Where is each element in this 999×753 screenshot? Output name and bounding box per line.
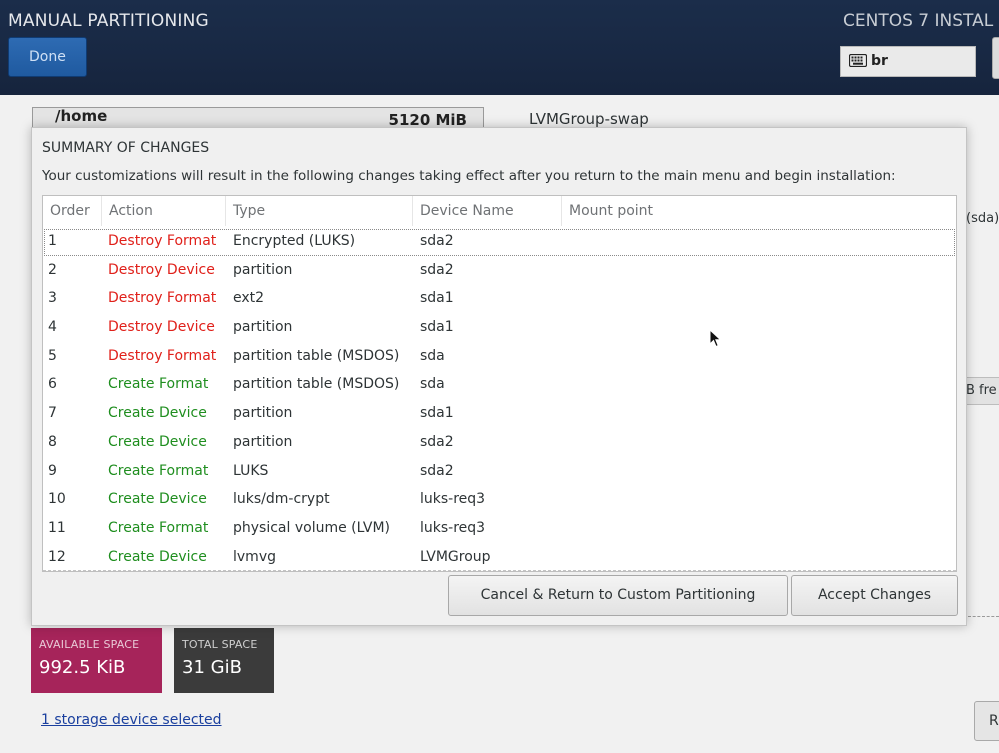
- cell-device: sda2: [420, 261, 454, 278]
- cell-order: 10: [48, 491, 66, 508]
- cell-action: Create Format: [108, 519, 209, 536]
- table-row[interactable]: 7 Create Device partition sda1: [43, 400, 956, 429]
- free-space-button[interactable]: B fre: [962, 377, 999, 405]
- cell-type: partition: [233, 319, 293, 336]
- cell-order: 9: [48, 462, 57, 479]
- storage-device-link[interactable]: 1 storage device selected: [41, 712, 222, 728]
- total-space-box: TOTAL SPACE 31 GiB: [174, 628, 274, 693]
- cell-order: 11: [48, 519, 66, 536]
- divider: [968, 616, 999, 617]
- table-row[interactable]: 2 Destroy Device partition sda2: [43, 257, 956, 286]
- cell-device: sda2: [420, 462, 454, 479]
- cancel-return-button[interactable]: Cancel & Return to Custom Partitioning: [448, 575, 788, 616]
- cell-type: ext2: [233, 290, 265, 307]
- cell-type: LUKS: [233, 462, 269, 479]
- table-row[interactable]: 11 Create Format physical volume (LVM) luks…: [43, 515, 956, 544]
- cell-order: 5: [48, 347, 57, 364]
- keyboard-layout-indicator[interactable]: br: [840, 46, 976, 77]
- cell-action: Create Format: [108, 376, 209, 393]
- cell-order: 12: [48, 548, 66, 565]
- table-row[interactable]: 10 Create Device luks/dm-crypt luks-req3: [43, 486, 956, 515]
- top-bar: MANUAL PARTITIONING Done CENTOS 7 INSTAL…: [0, 0, 999, 95]
- cell-action: Destroy Format: [108, 347, 217, 364]
- dialog-title: SUMMARY OF CHANGES: [42, 140, 210, 156]
- cell-type: partition: [233, 405, 293, 422]
- cell-type: partition: [233, 261, 293, 278]
- cell-device: luks-req3: [420, 491, 486, 508]
- cell-type: lvmvg: [233, 548, 276, 565]
- cell-action: Destroy Device: [108, 319, 215, 336]
- cell-order: 2: [48, 261, 57, 278]
- cell-device: luks-req3: [420, 519, 486, 536]
- device-fragment: (sda): [966, 211, 999, 226]
- table-bottom-edge: [43, 570, 956, 571]
- cell-type: partition table (MSDOS): [233, 376, 400, 393]
- cell-order: 6: [48, 376, 57, 393]
- cell-type: partition: [233, 433, 293, 450]
- page-title: MANUAL PARTITIONING: [8, 11, 209, 31]
- cell-order: 1: [48, 233, 57, 249]
- accept-changes-button[interactable]: Accept Changes: [791, 575, 958, 616]
- help-button[interactable]: [992, 37, 999, 79]
- cell-order: 3: [48, 290, 57, 307]
- keyboard-layout-label: br: [871, 53, 888, 69]
- cell-order: 8: [48, 433, 57, 450]
- cell-device: sda2: [420, 233, 454, 249]
- table-row[interactable]: 8 Create Device partition sda2: [43, 429, 956, 458]
- column-header-type[interactable]: Type: [226, 196, 413, 226]
- cell-type: Encrypted (LUKS): [233, 233, 356, 249]
- table-row[interactable]: 4 Destroy Device partition sda1: [43, 314, 956, 343]
- changes-table[interactable]: Order Action Type Device Name Mount poin…: [42, 195, 957, 572]
- table-body: 1 Destroy Format Encrypted (LUKS) sda2 2 Dest…: [43, 228, 956, 571]
- total-space-label: TOTAL SPACE: [182, 638, 258, 651]
- cell-device: sda2: [420, 433, 454, 450]
- total-space-value: 31 GiB: [182, 657, 242, 678]
- column-header-order[interactable]: Order: [43, 196, 102, 226]
- table-row[interactable]: 5 Destroy Format partition table (MSDOS) sd…: [43, 343, 956, 372]
- cell-action: Create Device: [108, 405, 207, 422]
- cell-device: sda1: [420, 405, 454, 422]
- mount-point-name: /home: [55, 107, 108, 125]
- cell-action: Create Format: [108, 462, 209, 479]
- cell-action: Create Device: [108, 491, 207, 508]
- column-header-mount-point[interactable]: Mount point: [562, 196, 956, 226]
- available-space-label: AVAILABLE SPACE: [39, 638, 140, 651]
- table-row[interactable]: 6 Create Format partition table (MSDOS) sda: [43, 371, 956, 400]
- cell-action: Destroy Device: [108, 261, 215, 278]
- cell-device: LVMGroup: [420, 548, 491, 565]
- mouse-pointer-icon: [709, 329, 722, 348]
- available-space-value: 992.5 KiB: [39, 657, 126, 678]
- cell-action: Destroy Format: [108, 233, 217, 249]
- table-row[interactable]: 9 Create Format LUKS sda2: [43, 458, 956, 487]
- table-row[interactable]: 1 Destroy Format Encrypted (LUKS) sda2: [43, 228, 956, 257]
- reset-button[interactable]: R: [974, 701, 999, 741]
- product-title: CENTOS 7 INSTAL: [843, 11, 994, 31]
- done-button[interactable]: Done: [8, 37, 87, 77]
- available-space-box: AVAILABLE SPACE 992.5 KiB: [31, 628, 162, 693]
- summary-of-changes-dialog: SUMMARY OF CHANGES Your customizations w…: [31, 127, 967, 626]
- table-row[interactable]: 3 Destroy Format ext2 sda1: [43, 285, 956, 314]
- cell-device: sda1: [420, 290, 454, 307]
- cell-device: sda: [420, 376, 445, 393]
- cell-action: Create Device: [108, 548, 207, 565]
- cell-order: 4: [48, 319, 57, 336]
- table-row[interactable]: 12 Create Device lvmvg LVMGroup: [43, 544, 956, 571]
- cell-action: Create Device: [108, 433, 207, 450]
- cell-action: Destroy Format: [108, 290, 217, 307]
- column-header-device-name[interactable]: Device Name: [413, 196, 562, 226]
- dialog-description: Your customizations will result in the f…: [42, 168, 896, 184]
- cell-type: physical volume (LVM): [233, 519, 391, 536]
- volume-group-heading: LVMGroup-swap: [529, 110, 649, 128]
- cell-type: partition table (MSDOS): [233, 347, 400, 364]
- keyboard-icon: [848, 53, 868, 68]
- cell-type: luks/dm-crypt: [233, 491, 330, 508]
- cell-device: sda: [420, 347, 445, 364]
- cell-order: 7: [48, 405, 57, 422]
- column-header-action[interactable]: Action: [102, 196, 226, 226]
- table-header: Order Action Type Device Name Mount poin…: [43, 196, 956, 226]
- cell-device: sda1: [420, 319, 454, 336]
